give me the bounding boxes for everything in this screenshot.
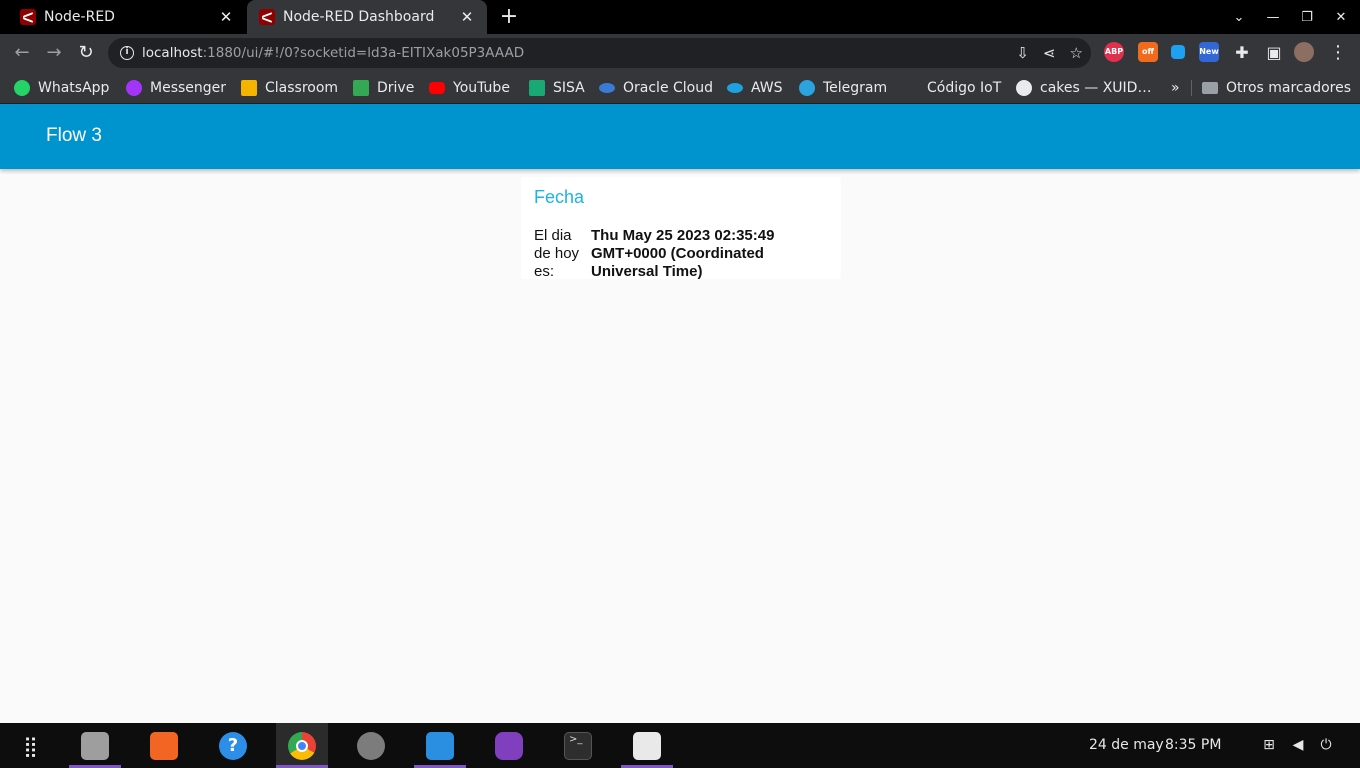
telegram-icon — [799, 80, 815, 96]
github-desktop-app[interactable] — [483, 723, 535, 768]
omnibox-actions: ⇩ ⋖ ☆ — [1016, 38, 1083, 68]
fecha-card: Fecha El dia de hoy es: Thu May 25 2023 … — [521, 177, 841, 280]
terminal-icon: >_ — [564, 731, 592, 760]
tab-strip: Node-RED ✕ Node-RED Dashboard ✕ + ⌄ — ❐ … — [0, 0, 1360, 34]
node-red-favicon-icon — [259, 9, 275, 25]
close-icon[interactable]: ✕ — [218, 8, 234, 26]
window-controls: ⌄ — ❐ ✕ — [1222, 0, 1358, 34]
bookmarks-bar: WhatsApp Messenger Classroom Drive YouTu… — [0, 72, 1360, 104]
other-bookmarks-folder[interactable]: Otros marcadores — [1202, 78, 1351, 98]
node-red-favicon-icon — [20, 9, 36, 25]
page-title: Flow 3 — [46, 125, 102, 146]
chrome-app[interactable] — [276, 723, 328, 768]
more-bookmarks-button[interactable]: » — [1171, 78, 1180, 98]
text-editor-app[interactable] — [621, 723, 673, 768]
bookmark-whatsapp[interactable]: WhatsApp — [14, 78, 109, 98]
globe-icon — [1016, 80, 1032, 96]
card-title: Fecha — [534, 187, 585, 207]
sisa-icon — [529, 80, 545, 96]
bookmark-oracle-cloud[interactable]: Oracle Cloud — [599, 78, 713, 98]
bookmark-aws[interactable]: AWS — [727, 78, 783, 98]
new-tab-button[interactable]: + — [498, 3, 520, 31]
menu-kebab-icon[interactable]: ⋮ — [1326, 41, 1350, 65]
new-extension-icon[interactable]: New — [1199, 42, 1219, 62]
bookmark-messenger[interactable]: Messenger — [126, 78, 226, 98]
settings-app[interactable] — [345, 723, 397, 768]
share-icon[interactable]: ⋖ — [1043, 44, 1056, 62]
drive-icon — [353, 80, 369, 96]
volume-icon[interactable]: ◀ — [1289, 736, 1307, 754]
chrome-center-icon — [296, 739, 308, 752]
terminal-app[interactable]: >_ — [552, 723, 604, 768]
chrome-icon — [288, 731, 316, 760]
files-app[interactable] — [69, 723, 121, 768]
gear-icon — [357, 731, 385, 760]
bookmarks-divider — [1191, 80, 1192, 96]
tab-node-red-dashboard[interactable]: Node-RED Dashboard ✕ — [247, 0, 487, 34]
close-icon[interactable]: ✕ — [459, 8, 475, 26]
network-icon[interactable]: ⊞ — [1260, 736, 1278, 754]
profile-avatar[interactable] — [1294, 42, 1314, 62]
whatsapp-icon — [14, 80, 30, 96]
bookmark-sisa[interactable]: SISA — [529, 78, 585, 98]
tab-node-red[interactable]: Node-RED ✕ — [0, 0, 246, 34]
text-widget-label: El dia de hoy es: — [534, 227, 580, 280]
side-panel-icon[interactable]: ▣ — [1262, 41, 1286, 65]
folder-icon — [1202, 82, 1218, 94]
power-icon[interactable]: ⏻ — [1317, 736, 1335, 754]
address-bar[interactable]: i localhost:1880/ui/#!/0?socketid=ld3a-E… — [108, 38, 1091, 68]
forward-icon[interactable]: → — [42, 41, 66, 65]
help-icon: ? — [219, 731, 247, 760]
cloud-icon — [727, 83, 743, 93]
bookmark-cakes[interactable]: cakes — XUID… — [1016, 78, 1151, 98]
tab-search-icon[interactable]: ⌄ — [1222, 10, 1256, 25]
color-extension-icon[interactable] — [1171, 45, 1185, 59]
reload-icon[interactable]: ↻ — [74, 41, 98, 65]
messenger-icon — [126, 80, 142, 96]
youtube-icon — [429, 82, 445, 94]
taskbar-time[interactable]: 8:35 PM — [1165, 723, 1221, 768]
text-widget-value: Thu May 25 2023 02:35:49 GMT+0000 (Coord… — [591, 227, 775, 280]
text-editor-icon — [633, 731, 661, 760]
url-text[interactable]: localhost:1880/ui/#!/0?socketid=ld3a-EIT… — [142, 45, 524, 61]
bookmark-codigo-iot[interactable]: Código IoT — [927, 78, 1001, 98]
bookmark-star-icon[interactable]: ☆ — [1070, 44, 1083, 62]
bookmark-youtube[interactable]: YouTube — [429, 78, 510, 98]
bookmark-classroom[interactable]: Classroom — [241, 78, 338, 98]
site-info-icon[interactable]: i — [120, 46, 134, 60]
tab-title: Node-RED Dashboard — [283, 9, 435, 25]
back-icon[interactable]: ← — [10, 41, 34, 65]
dashboard-header: Flow 3 — [0, 104, 1360, 169]
restore-icon[interactable]: ❐ — [1290, 10, 1324, 25]
vscode-app[interactable] — [414, 723, 466, 768]
minimize-icon[interactable]: — — [1256, 10, 1290, 25]
tab-title: Node-RED — [44, 9, 115, 25]
classroom-icon — [241, 80, 257, 96]
extensions-puzzle-icon[interactable]: ✚ — [1230, 41, 1254, 65]
cloud-icon — [599, 83, 615, 93]
software-center-icon — [150, 731, 178, 760]
github-icon — [495, 731, 523, 760]
app-grid-icon: ⣿ — [23, 733, 38, 758]
show-apps-button[interactable]: ⣿ — [4, 723, 56, 768]
install-app-icon[interactable]: ⇩ — [1016, 44, 1029, 62]
bookmark-drive[interactable]: Drive — [353, 78, 414, 98]
bookmark-telegram[interactable]: Telegram — [799, 78, 887, 98]
taskbar-date[interactable]: 24 de may — [1089, 723, 1164, 768]
off-extension-icon[interactable]: off — [1138, 42, 1158, 62]
abp-icon[interactable]: ABP — [1104, 42, 1124, 62]
close-window-icon[interactable]: ✕ — [1324, 10, 1358, 25]
software-center-app[interactable] — [138, 723, 190, 768]
taskbar: ⣿ ? >_ 24 de may 8:35 PM ⊞ ◀ ⏻ — [0, 723, 1360, 768]
folder-icon — [81, 731, 109, 760]
browser-toolbar: ← → ↻ i localhost:1880/ui/#!/0?socketid=… — [0, 34, 1360, 72]
vscode-icon — [426, 731, 454, 760]
help-app[interactable]: ? — [207, 723, 259, 768]
